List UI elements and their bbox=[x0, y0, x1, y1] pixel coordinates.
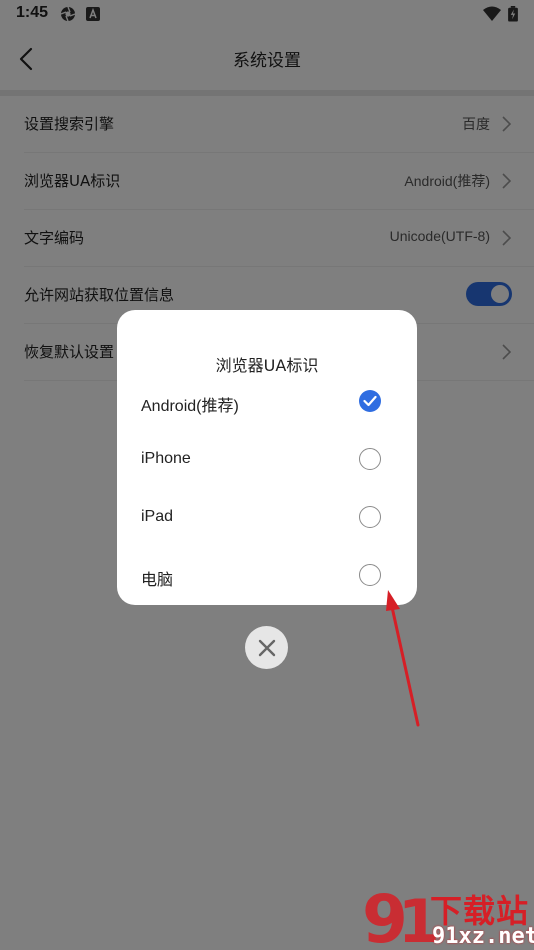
option-label: iPhone bbox=[141, 450, 191, 467]
dialog-title: 浏览器UA标识 bbox=[215, 356, 319, 375]
option-desktop[interactable]: 电脑 bbox=[117, 552, 417, 602]
watermark-brand-url: 91xz.net bbox=[432, 924, 534, 949]
screen: 1:45 系统设置 设置搜索引擎 百度 bbox=[0, 0, 534, 950]
check-icon bbox=[363, 395, 377, 407]
option-label: iPad bbox=[141, 508, 174, 525]
radio-checked[interactable] bbox=[359, 390, 381, 412]
option-iphone[interactable]: iPhone bbox=[117, 436, 417, 486]
annotation-arrow-icon bbox=[386, 590, 420, 727]
close-icon bbox=[258, 639, 275, 656]
ua-select-dialog: 浏览器UA标识 Android(推荐) iPhone iPad 电脑 bbox=[117, 310, 417, 605]
option-android[interactable]: Android(推荐) bbox=[117, 378, 417, 428]
radio-unchecked[interactable] bbox=[359, 506, 381, 528]
option-ipad[interactable]: iPad bbox=[117, 494, 417, 544]
radio-unchecked[interactable] bbox=[359, 564, 381, 586]
dialog-close-button[interactable] bbox=[245, 626, 288, 669]
option-label: Android(推荐) bbox=[141, 398, 239, 415]
radio-unchecked[interactable] bbox=[359, 448, 381, 470]
option-label: 电脑 bbox=[141, 572, 174, 589]
